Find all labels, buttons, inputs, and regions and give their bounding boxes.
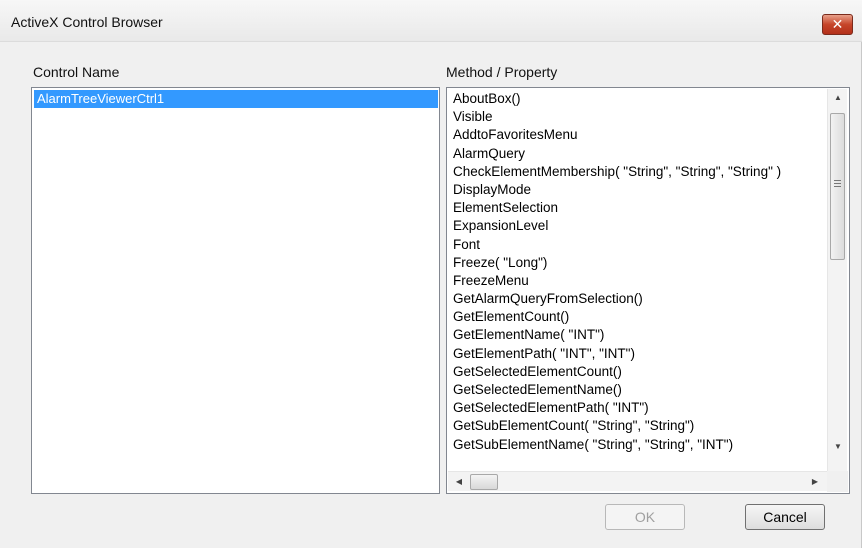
- scrollbar-corner: [827, 471, 848, 492]
- control-list-item[interactable]: AlarmTreeViewerCtrl1: [34, 90, 438, 108]
- method-list-item[interactable]: GetSubElementPath( "String", "String", "…: [448, 454, 826, 457]
- cancel-button[interactable]: Cancel: [745, 504, 825, 530]
- title-bar: ActiveX Control Browser ✕: [0, 0, 862, 42]
- method-list-item[interactable]: GetSubElementCount( "String", "String"): [448, 417, 826, 435]
- method-list-item[interactable]: GetSelectedElementCount(): [448, 363, 826, 381]
- method-property-label: Method / Property: [446, 64, 558, 80]
- method-list-item[interactable]: GetElementCount(): [448, 308, 826, 326]
- method-list-item[interactable]: DisplayMode: [448, 181, 826, 199]
- vertical-scroll-thumb[interactable]: [830, 113, 845, 260]
- grip-icon: [834, 180, 841, 187]
- method-list-item[interactable]: ElementSelection: [448, 199, 826, 217]
- method-items-container: AboutBox() Visible AddtoFavoritesMenu Alarm…: [448, 90, 826, 457]
- method-list-item[interactable]: AboutBox(): [448, 90, 826, 108]
- method-list-item[interactable]: GetElementPath( "INT", "INT"): [448, 345, 826, 363]
- method-list-item[interactable]: GetElementName( "INT"): [448, 326, 826, 344]
- control-name-label: Control Name: [33, 64, 120, 80]
- scroll-left-icon[interactable]: ◀: [450, 472, 468, 492]
- method-list-item[interactable]: GetSelectedElementName(): [448, 381, 826, 399]
- horizontal-scrollbar[interactable]: ◀ ▶: [448, 471, 828, 491]
- method-list-item[interactable]: AlarmQuery: [448, 145, 826, 163]
- window-title: ActiveX Control Browser: [11, 14, 163, 30]
- method-list-item[interactable]: GetSubElementName( "String", "String", "…: [448, 436, 826, 454]
- scroll-down-icon[interactable]: ▼: [828, 438, 848, 456]
- activex-control-browser-dialog: ActiveX Control Browser ✕ Control Name M…: [0, 0, 862, 548]
- method-list-item[interactable]: ExpansionLevel: [448, 217, 826, 235]
- control-name-listbox[interactable]: AlarmTreeViewerCtrl1: [31, 87, 440, 494]
- ok-button[interactable]: OK: [605, 504, 685, 530]
- method-property-listbox[interactable]: AboutBox() Visible AddtoFavoritesMenu Alarm…: [446, 87, 850, 494]
- scroll-up-icon[interactable]: ▲: [828, 89, 848, 107]
- method-list-item[interactable]: Font: [448, 236, 826, 254]
- close-button[interactable]: ✕: [822, 14, 853, 35]
- method-list-item[interactable]: Visible: [448, 108, 826, 126]
- close-icon: ✕: [831, 16, 844, 32]
- method-list-item[interactable]: AddtoFavoritesMenu: [448, 126, 826, 144]
- scroll-right-icon[interactable]: ▶: [806, 472, 824, 492]
- method-list-item[interactable]: GetSelectedElementPath( "INT"): [448, 399, 826, 417]
- horizontal-scroll-thumb[interactable]: [470, 474, 498, 490]
- method-list-item[interactable]: CheckElementMembership( "String", "Strin…: [448, 163, 826, 181]
- vertical-scrollbar[interactable]: ▲ ▼: [827, 89, 847, 471]
- method-list-item[interactable]: GetAlarmQueryFromSelection(): [448, 290, 826, 308]
- method-list-item[interactable]: FreezeMenu: [448, 272, 826, 290]
- method-list-item[interactable]: Freeze( "Long"): [448, 254, 826, 272]
